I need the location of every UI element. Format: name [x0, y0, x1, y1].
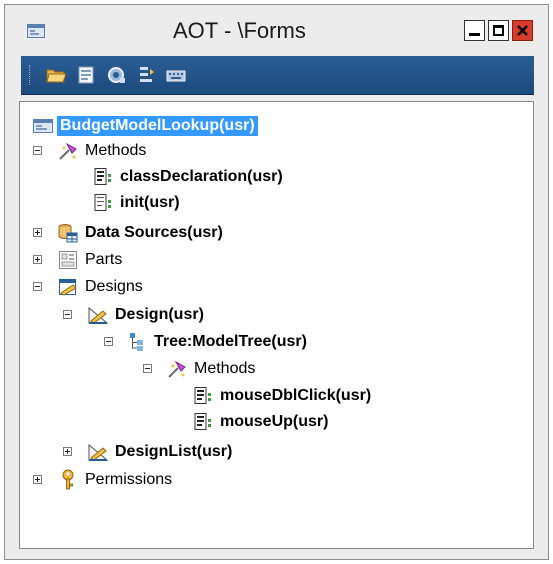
- tree-node-methods[interactable]: Methods: [57, 137, 146, 165]
- form-icon: [33, 119, 53, 133]
- tree-node-class-declaration[interactable]: classDeclaration(usr): [92, 163, 283, 191]
- form-window-icon: [27, 24, 45, 38]
- tree-node-label: Permissions: [85, 471, 173, 488]
- import-icon[interactable]: [135, 64, 157, 86]
- keyboard-icon[interactable]: [165, 64, 187, 86]
- tree-node-design[interactable]: Design(usr): [87, 301, 204, 329]
- tree-node-parts[interactable]: Parts: [57, 246, 122, 274]
- methods-icon: [59, 142, 77, 160]
- toolbar-grip: [29, 65, 33, 85]
- parts-icon: [59, 251, 77, 269]
- tree-node-mouse-dbl-click[interactable]: mouseDblClick(usr): [192, 382, 371, 410]
- tree-node-label: mouseUp(usr): [220, 413, 329, 430]
- tree-node-init[interactable]: init(usr): [92, 189, 180, 217]
- tree-node-label: Methods: [194, 360, 256, 377]
- open-icon[interactable]: [45, 64, 67, 86]
- method-icon: [194, 413, 211, 430]
- tree-node-label: init(usr): [120, 194, 180, 211]
- expand-icon[interactable]: [33, 228, 42, 237]
- tree-node-mouse-up[interactable]: mouseUp(usr): [192, 408, 328, 436]
- close-button[interactable]: [512, 20, 533, 41]
- expand-icon[interactable]: [33, 475, 42, 484]
- method-icon: [94, 194, 111, 211]
- collapse-icon[interactable]: [33, 146, 42, 155]
- key-icon: [62, 469, 74, 490]
- tree-control-icon: [130, 333, 143, 351]
- design-icon: [88, 306, 109, 324]
- collapse-icon[interactable]: [143, 364, 152, 373]
- tree-node-label: mouseDblClick(usr): [220, 387, 372, 404]
- tree-node-label: Design(usr): [115, 306, 204, 323]
- maximize-button[interactable]: [488, 20, 509, 41]
- tree-node-label: classDeclaration(usr): [120, 168, 283, 185]
- tree-node-permissions[interactable]: Permissions: [57, 466, 172, 494]
- properties-icon[interactable]: [75, 64, 97, 86]
- collapse-icon[interactable]: [104, 337, 113, 346]
- tree-node-label: Designs: [85, 278, 143, 295]
- aot-window: AOT - \Forms BudgetModelLookup(usr) Meth…: [4, 4, 549, 560]
- collapse-icon[interactable]: [33, 282, 42, 291]
- expand-icon[interactable]: [33, 255, 42, 264]
- tree-node-label: Data Sources(usr): [85, 224, 223, 241]
- tree-node-data-sources[interactable]: Data Sources(usr): [57, 219, 223, 247]
- window-title: AOT - \Forms: [173, 18, 306, 43]
- data-sources-icon: [58, 224, 78, 243]
- tree-node-label: Tree:ModelTree(usr): [154, 333, 307, 350]
- expand-icon[interactable]: [63, 447, 72, 456]
- design-icon: [88, 443, 109, 461]
- toolbar: [21, 56, 534, 95]
- tree-node-root[interactable]: BudgetModelLookup(usr): [32, 112, 258, 140]
- minimize-button[interactable]: [464, 20, 485, 41]
- compile-icon[interactable]: [105, 64, 127, 86]
- collapse-icon[interactable]: [63, 310, 72, 319]
- method-icon: [194, 387, 211, 404]
- designs-icon: [59, 279, 77, 296]
- tree-node-design-list[interactable]: DesignList(usr): [87, 438, 232, 466]
- title-bar[interactable]: AOT - \Forms: [5, 5, 548, 55]
- tree-node-tree-methods[interactable]: Methods: [166, 355, 255, 383]
- tree-node-label: Methods: [85, 142, 147, 159]
- tree-node-label: Parts: [85, 251, 123, 268]
- close-icon: [517, 25, 528, 36]
- methods-icon: [168, 360, 186, 378]
- method-icon: [94, 168, 111, 185]
- tree-node-tree-control[interactable]: Tree:ModelTree(usr): [126, 328, 307, 356]
- tree-node-designs[interactable]: Designs: [57, 273, 143, 301]
- tree-node-label: BudgetModelLookup(usr): [57, 116, 258, 136]
- aot-tree: BudgetModelLookup(usr) Methods classDecl…: [19, 101, 534, 549]
- tree-node-label: DesignList(usr): [115, 443, 233, 460]
